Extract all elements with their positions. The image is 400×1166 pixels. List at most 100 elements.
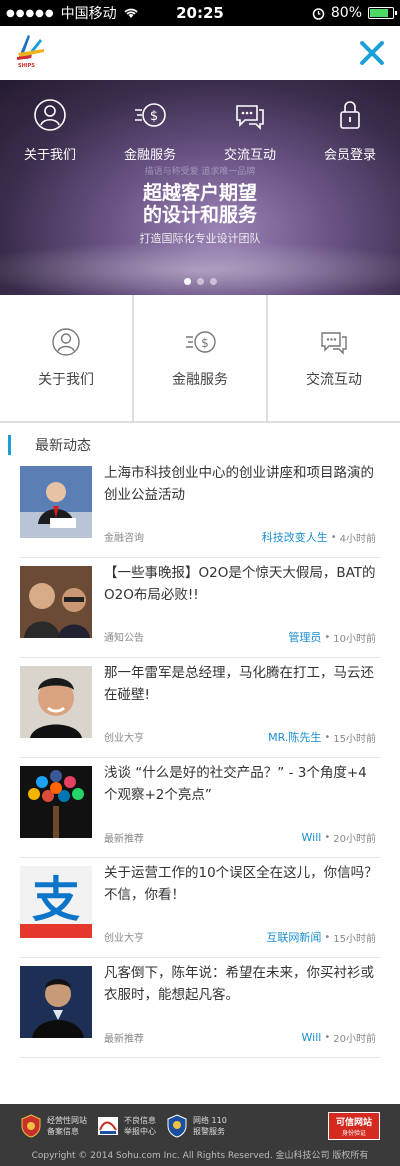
signal-icon: ●●●●● — [6, 7, 55, 19]
quick-link-label: 交流互动 — [306, 372, 362, 388]
news-title[interactable]: 【一些事晚报】O2O是个惊天大假局，BAT的O2O布局必败!! — [104, 562, 378, 606]
copyright-text: Copyright © 2014 Sohu.com Inc. All Right… — [31, 1151, 369, 1161]
trusted-site-badge[interactable]: 可信网站 身份验证 — [328, 1112, 380, 1140]
user-icon — [52, 328, 80, 356]
news-title[interactable]: 那一年雷军是总经理，马化腾在打工，马云还在碰壁! — [104, 662, 378, 706]
news-thumbnail[interactable] — [20, 966, 92, 1038]
news-author[interactable]: 互联网新闻 — [266, 929, 321, 945]
news-author[interactable]: Will — [302, 1031, 322, 1044]
news-category[interactable]: 最新推荐 — [104, 830, 144, 845]
news-item[interactable]: 上海市科技创业中心的创业讲座和项目路演的创业公益活动 金融咨询 科技改变人生 •… — [20, 458, 380, 558]
banner-nav-about[interactable]: 关于我们 — [0, 98, 100, 163]
brand-logo[interactable]: SHIPS — [14, 33, 48, 73]
news-time: 15小时前 — [333, 933, 376, 945]
status-time: 20:25 — [176, 4, 224, 22]
lock-icon — [340, 101, 360, 129]
shield-icon — [21, 1114, 41, 1138]
news-list: 上海市科技创业中心的创业讲座和项目路演的创业公益活动 金融咨询 科技改变人生 •… — [0, 458, 400, 1058]
news-section-header: 最新动态 — [0, 433, 400, 457]
chat-icon — [236, 105, 264, 130]
battery-icon — [368, 7, 397, 19]
news-author[interactable]: Will — [302, 831, 322, 844]
news-meta: 金融咨询 科技改变人生 • 4小时前 — [104, 529, 376, 545]
news-category[interactable]: 通知公告 — [104, 629, 144, 645]
news-author[interactable]: MR.陈先生 — [268, 729, 321, 745]
footer-badge-icp[interactable]: 经营性网站 备案信息 — [20, 1114, 87, 1138]
banner-title: 超越客户期望 的设计和服务 — [0, 182, 400, 226]
banner-nav-label: 会员登录 — [323, 148, 376, 163]
footer-badges: 经营性网站 备案信息 不良信息 举报中心 网络 110 报警服务 可信网站 身份… — [0, 1104, 400, 1148]
news-category[interactable]: 创业大亨 — [104, 929, 144, 945]
news-meta: 通知公告 管理员 • 10小时前 — [104, 629, 376, 645]
news-time: 15小时前 — [333, 733, 376, 745]
news-item[interactable]: 凡客倒下，陈年说：希望在未来，你买衬衫或衣服时，能想起凡客。 最新推荐 Will… — [20, 958, 380, 1058]
credit-line1: 可信网站 — [335, 1118, 372, 1128]
badge-line1: 经营性网站 — [47, 1116, 87, 1125]
news-category[interactable]: 创业大亨 — [104, 729, 144, 745]
news-time: 10小时前 — [333, 633, 376, 645]
news-title[interactable]: 关于运营工作的10个误区全在这儿，你信吗？不信，你看！ — [104, 862, 378, 906]
section-accent-bar — [8, 435, 11, 455]
report-icon — [98, 1117, 118, 1135]
news-thumbnail[interactable] — [20, 666, 92, 738]
police-icon — [167, 1114, 187, 1138]
app-header: SHIPS — [0, 26, 400, 80]
footer-badge-report[interactable]: 不良信息 举报中心 — [97, 1114, 156, 1138]
svg-text:$: $ — [201, 336, 209, 350]
banner-nav: 关于我们 $ 金融服务 交流互动 会员登录 — [0, 98, 400, 163]
close-icon[interactable] — [358, 39, 386, 67]
carousel-dot[interactable] — [196, 278, 204, 285]
news-category[interactable]: 最新推荐 — [104, 1030, 144, 1045]
banner-nav-label: 交流互动 — [223, 148, 276, 163]
badge-line1: 不良信息 — [124, 1116, 156, 1125]
meta-separator: • — [330, 531, 337, 543]
carousel-dot[interactable] — [209, 278, 217, 285]
news-time: 4小时前 — [339, 533, 376, 545]
news-thumbnail[interactable] — [20, 566, 92, 638]
banner-nav-chat[interactable]: 交流互动 — [200, 98, 300, 163]
news-item[interactable]: 那一年雷军是总经理，马化腾在打工，马云还在碰壁! 创业大亨 MR.陈先生 • 1… — [20, 658, 380, 758]
badge-line2: 报警服务 — [193, 1127, 225, 1136]
banner-nav-label: 金融服务 — [123, 148, 176, 163]
quick-link-finance[interactable]: $ 金融服务 — [134, 295, 268, 421]
chat-icon — [321, 332, 347, 355]
banner-faint-text: 描语与称受爱 追求唯一品牌 — [144, 167, 256, 177]
news-thumbnail[interactable] — [20, 766, 92, 838]
section-title: 最新动态 — [35, 438, 91, 454]
news-author[interactable]: 科技改变人生 — [262, 529, 328, 545]
meta-separator: • — [324, 631, 331, 643]
meta-separator: • — [324, 731, 331, 743]
alarm-icon — [312, 7, 325, 20]
logo-text: SHIPS — [18, 63, 35, 69]
banner-title-line1: 超越客户期望 — [142, 182, 257, 204]
news-thumbnail[interactable] — [20, 466, 92, 538]
banner-nav-login[interactable]: 会员登录 — [300, 98, 400, 163]
news-item[interactable]: 浅谈 “什么是好的社交产品？” - 3个角度+4个观察+2个亮点” 最新推荐 W… — [20, 758, 380, 858]
credit-line2: 身份验证 — [341, 1130, 366, 1137]
status-bar: ●●●●● 中国移动 20:25 80% — [0, 0, 400, 26]
svg-text:$: $ — [150, 109, 158, 124]
quick-link-chat[interactable]: 交流互动 — [268, 295, 400, 421]
news-title[interactable]: 凡客倒下，陈年说：希望在未来，你买衬衫或衣服时，能想起凡客。 — [104, 962, 378, 1006]
quick-link-about[interactable]: 关于我们 — [0, 295, 134, 421]
banner-nav-label: 关于我们 — [23, 148, 76, 163]
meta-separator: • — [324, 931, 331, 943]
news-meta: 创业大亨 MR.陈先生 • 15小时前 — [104, 729, 376, 745]
svg-text:支: 支 — [32, 872, 80, 928]
hero-banner[interactable]: 关于我们 $ 金融服务 交流互动 会员登录 描语与称受爱 追求唯一品牌 超越客户… — [0, 80, 400, 295]
carousel-dot[interactable] — [183, 278, 191, 285]
news-title[interactable]: 浅谈 “什么是好的社交产品？” - 3个角度+4个观察+2个亮点” — [104, 762, 378, 806]
news-category[interactable]: 金融咨询 — [104, 529, 144, 545]
footer-badge-police[interactable]: 网络 110 报警服务 — [166, 1114, 227, 1138]
battery-percent: 80% — [330, 5, 362, 21]
news-author[interactable]: 管理员 — [288, 629, 321, 645]
news-thumbnail[interactable]: 支 — [20, 866, 92, 938]
banner-nav-finance[interactable]: $ 金融服务 — [100, 98, 200, 163]
news-item[interactable]: 支 关于运营工作的10个误区全在这儿，你信吗？不信，你看！ 创业大亨 互联网新闻… — [20, 858, 380, 958]
news-item[interactable]: 【一些事晚报】O2O是个惊天大假局，BAT的O2O布局必败!! 通知公告 管理员… — [20, 558, 380, 658]
coin-icon: $ — [135, 103, 166, 127]
news-title[interactable]: 上海市科技创业中心的创业讲座和项目路演的创业公益活动 — [104, 462, 378, 506]
wifi-icon — [124, 8, 138, 18]
news-time: 20小时前 — [333, 1034, 376, 1045]
quick-link-label: 金融服务 — [172, 372, 228, 388]
